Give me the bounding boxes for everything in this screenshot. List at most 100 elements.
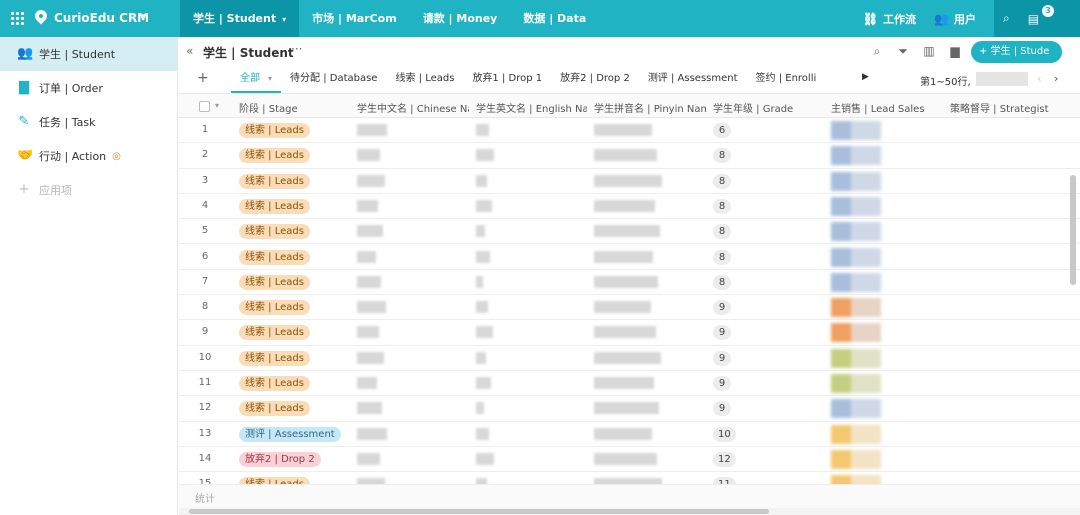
row-number: 7 <box>201 275 209 287</box>
sidebar-item-1[interactable]: ▇ 订单 | Order <box>0 71 177 105</box>
table-row[interactable]: 3 线索 | Leads 8 <box>179 169 1080 194</box>
pinyin-name-blurred <box>594 326 656 339</box>
col-strategist[interactable]: 策略督导 | Strategist <box>950 100 1062 115</box>
table-row[interactable]: 10 线索 | Leads 9 <box>179 346 1080 371</box>
row-number: 6 <box>201 250 209 262</box>
summary-label: 统计 <box>195 494 215 505</box>
nav-item-0[interactable]: 学生 | Student ▾ <box>180 0 300 37</box>
select-all-checkbox[interactable] <box>199 101 210 112</box>
chevron-down-icon[interactable]: ▾ <box>215 101 219 110</box>
pinyin-name-blurred <box>594 452 657 465</box>
collapse-sidebar-icon[interactable]: « <box>186 44 193 58</box>
tab-2[interactable]: 线索 | Leads <box>386 67 463 93</box>
english-name-blurred <box>476 326 493 339</box>
nav-item-1[interactable]: 市场 | MarCom <box>299 0 410 37</box>
add-tab-icon[interactable]: + <box>197 70 209 86</box>
table-row[interactable]: 2 线索 | Leads 8 <box>179 143 1080 169</box>
table-row[interactable]: 11 线索 | Leads 9 <box>179 371 1080 397</box>
nav-item-2[interactable]: 请款 | Money <box>410 0 511 37</box>
stage-tag: 测评 | Assessment <box>239 426 341 442</box>
add-student-button[interactable]: + 学生 | Stude <box>971 41 1062 63</box>
col-pinyin-name[interactable]: 学生拼音名 | Pinyin Nam <box>594 100 706 115</box>
sidebar-item-0[interactable]: 👥 学生 | Student <box>0 37 177 71</box>
sidebar-item-label: 应用项 <box>39 184 72 197</box>
nav-item-3[interactable]: 数据 | Data <box>510 0 599 37</box>
grade-badge: 9 <box>713 350 731 366</box>
lead-sales-avatar-blurred <box>831 298 881 318</box>
eye-off-icon: ◎ <box>112 150 121 162</box>
horizontal-scrollbar[interactable] <box>179 508 1080 515</box>
chinese-name-blurred <box>357 402 382 415</box>
table-row[interactable]: 6 线索 | Leads 8 <box>179 245 1080 270</box>
chart-icon[interactable]: ▥ <box>922 44 936 59</box>
pinyin-name-blurred <box>594 225 660 238</box>
sidebar-item-label: 订单 | Order <box>39 82 103 95</box>
tab-scroll-right-icon[interactable]: ▶ <box>862 72 869 82</box>
tab-6[interactable]: 签约 | Enrolli <box>747 67 826 93</box>
notification-icon[interactable]: ▤ <box>1028 12 1039 26</box>
chinese-name-blurred <box>357 275 381 288</box>
search-icon[interactable]: ⌕ <box>870 44 884 59</box>
chinese-name-blurred <box>357 351 384 364</box>
pinyin-name-blurred <box>594 149 657 162</box>
table-row[interactable]: 8 线索 | Leads 9 <box>179 295 1080 321</box>
stage-tag: 线索 | Leads <box>239 376 310 391</box>
chinese-name-blurred <box>357 301 386 314</box>
col-stage[interactable]: 阶段 | Stage <box>239 100 351 115</box>
chevron-down-icon[interactable]: ▾ <box>140 12 145 22</box>
tab-0[interactable]: 全部 ▾ <box>231 67 282 93</box>
col-english-name[interactable]: 学生英文名 | English Nar <box>476 100 587 115</box>
row-number: 11 <box>198 377 212 388</box>
table-row[interactable]: 5 线索 | Leads 8 <box>179 219 1080 245</box>
english-name-blurred <box>476 174 487 187</box>
chevron-down-icon[interactable]: ▾ <box>282 15 286 24</box>
chinese-name-blurred <box>357 174 385 187</box>
sidebar-item-4[interactable]: + 应用项 <box>0 173 177 207</box>
tab-1[interactable]: 待分配 | Database <box>281 67 386 93</box>
lead-sales-avatar-blurred <box>831 247 881 267</box>
prev-page-icon[interactable]: ‹ <box>1037 72 1041 85</box>
pinyin-name-blurred <box>594 174 662 187</box>
sidebar-item-3[interactable]: 🤝 行动 | Action ◎ <box>0 139 177 173</box>
table-row[interactable]: 4 线索 | Leads 8 <box>179 194 1080 220</box>
stage-tag: 线索 | Leads <box>239 148 310 164</box>
chevron-down-icon[interactable]: ▾ <box>268 74 272 83</box>
table-row[interactable]: 14 放弃2 | Drop 2 12 <box>179 447 1080 473</box>
next-page-icon[interactable]: › <box>1054 72 1058 85</box>
nav-item-label: 数据 | Data <box>523 12 587 25</box>
nav-item-label: 学生 | Student <box>193 12 277 25</box>
table-row[interactable]: 7 线索 | Leads 8 <box>179 270 1080 296</box>
sidebar-item-2[interactable]: ✎ 任务 | Task <box>0 105 177 139</box>
vertical-scrollbar[interactable] <box>1070 175 1076 285</box>
tab-4[interactable]: 放弃2 | Drop 2 <box>551 67 639 93</box>
pinyin-name-blurred <box>594 402 659 415</box>
grade-badge: 8 <box>713 173 731 189</box>
users-label: 用户 <box>954 12 976 26</box>
table-row[interactable]: 12 线索 | Leads 9 <box>179 396 1080 422</box>
sidebar-item-label: 学生 | Student <box>39 48 116 61</box>
tab-5[interactable]: 测评 | Assessment <box>639 67 747 93</box>
chinese-name-blurred <box>357 326 379 339</box>
sidebar-item-label: 行动 | Action <box>39 150 107 163</box>
table-row[interactable]: 9 线索 | Leads 9 <box>179 320 1080 346</box>
view-tabs: + 全部 ▾ 待分配 | Database 线索 | Leads 放弃1 | Drop … <box>179 67 1080 93</box>
col-chinese-name[interactable]: 学生中文名 | Chinese Na <box>357 100 469 115</box>
comment-icon[interactable]: ▆ <box>948 44 962 59</box>
col-grade[interactable]: 学生年级 | Grade <box>713 100 825 115</box>
app-name[interactable]: CurioEdu CRM <box>54 11 149 25</box>
horizontal-scrollbar-thumb[interactable] <box>189 509 769 514</box>
english-name-blurred <box>476 351 486 364</box>
workflow-button[interactable]: ⛓ 工作流 <box>863 11 916 27</box>
users-button[interactable]: 👥 用户 <box>934 11 976 27</box>
tab-3[interactable]: 放弃1 | Drop 1 <box>463 67 551 93</box>
search-icon[interactable]: ⌕ <box>1003 11 1010 26</box>
lead-sales-avatar-blurred <box>831 272 881 292</box>
table-footer: 统计 <box>179 484 1080 508</box>
col-lead-sales[interactable]: 主销售 | Lead Sales <box>831 100 943 115</box>
filter-icon[interactable]: ⏷ <box>896 44 910 59</box>
table-row[interactable]: 13 测评 | Assessment 10 <box>179 422 1080 447</box>
more-icon[interactable]: ··· <box>291 42 302 56</box>
table-row[interactable]: 15线索 | Leads11 <box>179 472 1080 484</box>
table-row[interactable]: 1 线索 | Leads 6 <box>179 118 1080 144</box>
app-grid-icon[interactable] <box>11 12 24 25</box>
